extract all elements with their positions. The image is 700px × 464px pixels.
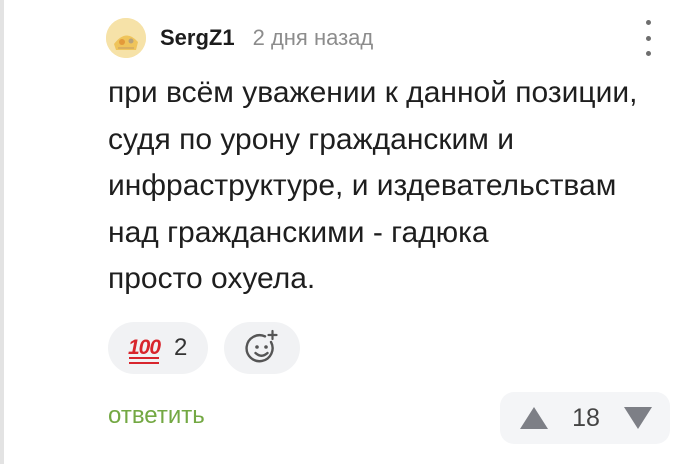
comment-line: судя по урону гражданским и xyxy=(108,122,515,156)
add-reaction-button[interactable] xyxy=(224,322,300,374)
more-vertical-icon[interactable] xyxy=(636,20,660,56)
comment-line: при всём уважении к данной позиции, xyxy=(108,76,638,109)
rating-widget: 18 xyxy=(500,392,670,444)
reaction-count: 2 xyxy=(174,334,188,361)
comment-card: SergZ1 2 дня назад при всём уважении к д… xyxy=(0,0,700,464)
comment-timestamp: 2 дня назад xyxy=(252,25,374,50)
avatar[interactable] xyxy=(106,18,146,58)
hundred-points-icon: 100 xyxy=(128,336,161,364)
comment-line: просто охуела. xyxy=(108,262,316,295)
smile-plus-icon xyxy=(245,329,278,363)
username[interactable]: SergZ1 xyxy=(160,25,235,51)
reply-link[interactable]: ответить xyxy=(108,402,205,430)
comment-line: над гражданскими - гадюка xyxy=(108,215,489,249)
avatar-image xyxy=(106,18,146,58)
comment-body: при всём уважении к данной позиции, судя… xyxy=(108,70,678,303)
downvote-button[interactable] xyxy=(622,405,654,431)
reaction-100-button[interactable]: 100 2 xyxy=(108,322,208,374)
comment-line: инфраструктуре, и издевательствам xyxy=(108,169,617,202)
upvote-button[interactable] xyxy=(518,405,550,431)
comment-header: SergZ1 2 дня назад xyxy=(106,18,373,58)
triangle-up-icon xyxy=(520,407,548,429)
thread-line xyxy=(0,0,4,464)
triangle-down-icon xyxy=(624,407,652,429)
rating-value: 18 xyxy=(572,403,600,432)
